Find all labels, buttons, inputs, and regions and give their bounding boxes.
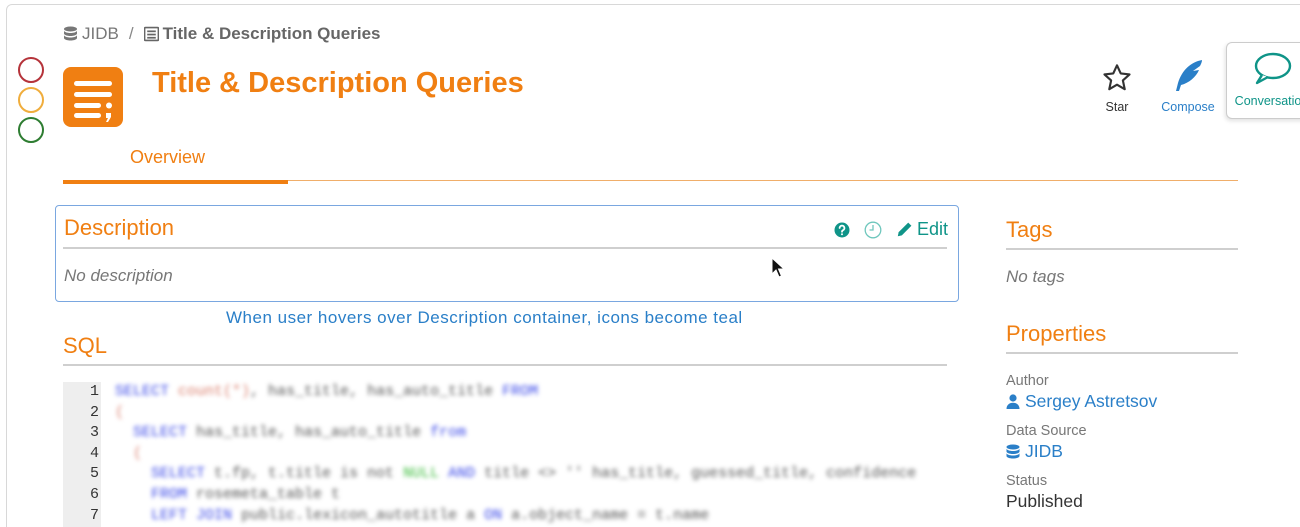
database-icon bbox=[64, 26, 77, 41]
code-line: 5 SELECT t.fp, t.title is not NULL AND t… bbox=[63, 465, 947, 486]
tags-divider bbox=[1006, 248, 1238, 250]
author-label: Author bbox=[1006, 373, 1049, 389]
code-line: 1 SELECT count(*), has_title, has_auto_t… bbox=[63, 383, 947, 404]
list-icon bbox=[143, 26, 159, 42]
description-title: Description bbox=[64, 215, 175, 240]
feather-icon bbox=[1176, 60, 1202, 91]
help-icon[interactable] bbox=[834, 222, 850, 238]
data-source-label: Data Source bbox=[1006, 423, 1087, 439]
code-text: ( bbox=[115, 403, 125, 421]
compose-button[interactable]: Compose bbox=[1155, 58, 1221, 114]
tags-title: Tags bbox=[1006, 217, 1053, 242]
tags-empty-text: No tags bbox=[1006, 267, 1065, 286]
code-text: SELECT count(*), has_title, has_auto_tit… bbox=[115, 383, 539, 400]
properties-divider bbox=[1006, 352, 1238, 354]
line-number: 3 bbox=[89, 424, 99, 442]
database-icon bbox=[1006, 444, 1020, 458]
sql-divider bbox=[63, 364, 947, 366]
status-value: Published bbox=[1006, 491, 1083, 511]
description-divider bbox=[63, 247, 947, 249]
history-clock-icon[interactable] bbox=[864, 221, 882, 239]
code-line: 3 SELECT has_title, has_auto_title from bbox=[63, 424, 947, 445]
code-line: 7 LEFT JOIN public.lexicon_autotitle a O… bbox=[63, 507, 947, 527]
description-toolbar: Edit bbox=[834, 219, 948, 240]
breadcrumb-current-label: Title & Description Queries bbox=[162, 24, 381, 43]
conversation-label: Conversation bbox=[1234, 94, 1300, 108]
breadcrumb-current: Title & Description Queries bbox=[143, 24, 381, 44]
code-text: FROM rosemeta_table t bbox=[151, 486, 341, 503]
window-close-dot[interactable] bbox=[18, 57, 44, 83]
star-icon bbox=[1103, 64, 1131, 91]
line-number: 1 bbox=[89, 383, 99, 400]
speech-bubble-icon bbox=[1254, 52, 1291, 85]
mouse-cursor-icon bbox=[771, 257, 785, 278]
description-empty-text: No description bbox=[64, 266, 173, 285]
description-container[interactable]: Description Edit No description bbox=[55, 205, 959, 302]
conversation-button[interactable]: Conversation bbox=[1226, 42, 1300, 119]
window-minimize-dot[interactable] bbox=[18, 87, 44, 113]
star-label: Star bbox=[1105, 100, 1129, 114]
compose-label: Compose bbox=[1161, 100, 1215, 114]
line-number: 5 bbox=[89, 465, 99, 483]
edit-button[interactable]: Edit bbox=[896, 219, 948, 240]
page-title: Title & Description Queries bbox=[152, 67, 524, 99]
code-text: SELECT has_title, has_auto_title from bbox=[133, 424, 467, 442]
data-source-name: JIDB bbox=[1025, 441, 1063, 461]
pencil-icon bbox=[897, 222, 912, 237]
status-label: Status bbox=[1006, 473, 1048, 489]
sql-title: SQL bbox=[63, 333, 108, 358]
line-number: 7 bbox=[89, 506, 99, 524]
breadcrumb-root-label: JIDB bbox=[82, 24, 119, 43]
query-icon bbox=[63, 67, 123, 127]
code-line: 4 ( bbox=[63, 445, 947, 466]
author-name: Sergey Astretsov bbox=[1025, 391, 1158, 411]
annotation-note: When user hovers over Description contai… bbox=[226, 308, 743, 327]
properties-title: Properties bbox=[1006, 321, 1107, 346]
breadcrumb: JIDB / Title & Description Queries bbox=[63, 24, 381, 44]
line-number: 6 bbox=[89, 486, 99, 503]
tab-active-indicator bbox=[63, 180, 288, 184]
star-button[interactable]: Star bbox=[1097, 58, 1137, 114]
user-icon bbox=[1006, 394, 1020, 409]
breadcrumb-root[interactable]: JIDB bbox=[63, 24, 119, 44]
line-number: 4 bbox=[89, 444, 99, 462]
data-source-link[interactable]: JIDB bbox=[1006, 441, 1063, 462]
code-line: 2 ( bbox=[63, 404, 947, 425]
code-line: 6 FROM rosemeta_table t bbox=[63, 486, 947, 507]
code-text: ( bbox=[133, 444, 143, 462]
sql-code-block[interactable]: 1 SELECT count(*), has_title, has_auto_t… bbox=[63, 382, 947, 527]
code-text: SELECT t.fp, t.title is not NULL AND tit… bbox=[151, 465, 917, 483]
line-number: 2 bbox=[89, 403, 99, 421]
edit-label: Edit bbox=[916, 219, 948, 239]
code-text: LEFT JOIN public.lexicon_autotitle a ON … bbox=[151, 506, 710, 524]
window-maximize-dot[interactable] bbox=[18, 117, 44, 143]
author-link[interactable]: Sergey Astretsov bbox=[1006, 391, 1157, 412]
tab-overview[interactable]: Overview bbox=[130, 147, 205, 168]
breadcrumb-separator: / bbox=[128, 24, 134, 43]
